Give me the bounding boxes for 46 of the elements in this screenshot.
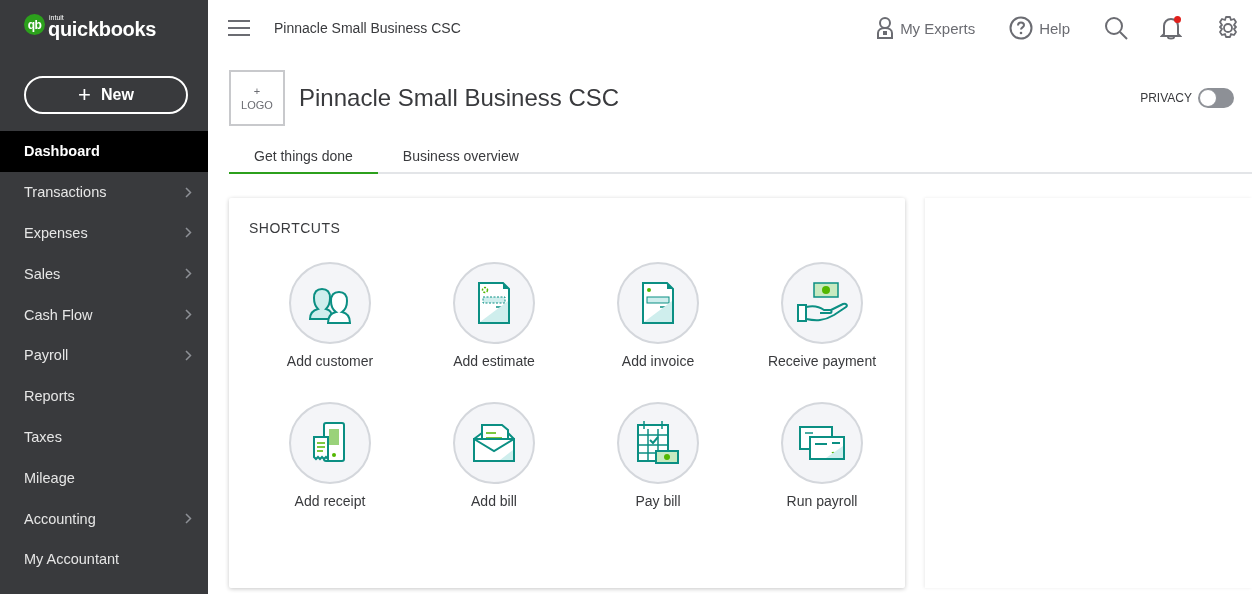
sidebar-item[interactable]: Sales <box>0 253 208 295</box>
company-title: Pinnacle Small Business CSC <box>299 84 621 112</box>
person-icon <box>876 17 895 39</box>
search-icon[interactable] <box>1104 16 1128 40</box>
shortcut-label[interactable]: Pay bill <box>635 493 681 509</box>
sidebar-item[interactable]: Reports <box>0 375 208 417</box>
privacy-label: PRIVACY <box>1140 91 1192 105</box>
chevron-icon <box>185 309 192 321</box>
help-button[interactable]: Help <box>1009 16 1070 40</box>
shortcut-label[interactable]: Add receipt <box>294 493 366 509</box>
chevron-icon <box>185 513 192 525</box>
chevron-icon <box>185 349 192 361</box>
new-button[interactable]: + New <box>24 76 188 114</box>
privacy-toggle[interactable] <box>1198 88 1234 108</box>
menu-icon[interactable] <box>228 20 250 36</box>
shortcut-label[interactable]: Add estimate <box>453 353 535 369</box>
sidebar-item[interactable]: Transactions <box>0 171 208 213</box>
company-name: Pinnacle Small Business CSC <box>274 20 462 36</box>
shortcut-label[interactable]: Add bill <box>471 493 517 509</box>
shortcut-label[interactable]: Run payroll <box>786 493 858 509</box>
sidebar-item[interactable]: Taxes <box>0 416 208 458</box>
chevron-icon <box>185 186 192 198</box>
tab[interactable]: Business overview <box>377 140 544 174</box>
sidebar-item[interactable]: Payroll <box>0 335 208 376</box>
sidebar-item[interactable]: Cash Flow <box>0 294 208 335</box>
sidebar-item[interactable]: Expenses <box>0 212 208 254</box>
settings-icon[interactable] <box>1216 16 1240 40</box>
sidebar-item[interactable]: Accounting <box>0 498 208 539</box>
logo-mark: qb <box>24 14 45 35</box>
chevron-icon <box>185 268 192 280</box>
chevron-icon <box>185 227 192 239</box>
my-experts-button[interactable]: My Experts <box>876 17 976 39</box>
shortcut-label[interactable]: Receive payment <box>767 353 877 369</box>
product-name: quickbooks <box>48 19 157 39</box>
add-logo-button[interactable]: + LOGO <box>229 70 285 126</box>
sidebar-item[interactable]: Dashboard <box>0 131 208 172</box>
notifications-button[interactable] <box>1160 16 1182 40</box>
bell-icon <box>1160 16 1182 40</box>
shortcut-label[interactable]: Add invoice <box>621 353 695 369</box>
sidebar-item[interactable]: My Accountant <box>0 538 208 580</box>
tab[interactable]: Get things done <box>229 140 378 174</box>
sidebar-item[interactable]: Mileage <box>0 457 208 499</box>
card-title: SHORTCUTS <box>249 220 342 236</box>
shortcut-label[interactable]: Add customer <box>286 353 374 369</box>
notification-dot <box>1174 16 1181 23</box>
help-icon <box>1009 16 1034 40</box>
